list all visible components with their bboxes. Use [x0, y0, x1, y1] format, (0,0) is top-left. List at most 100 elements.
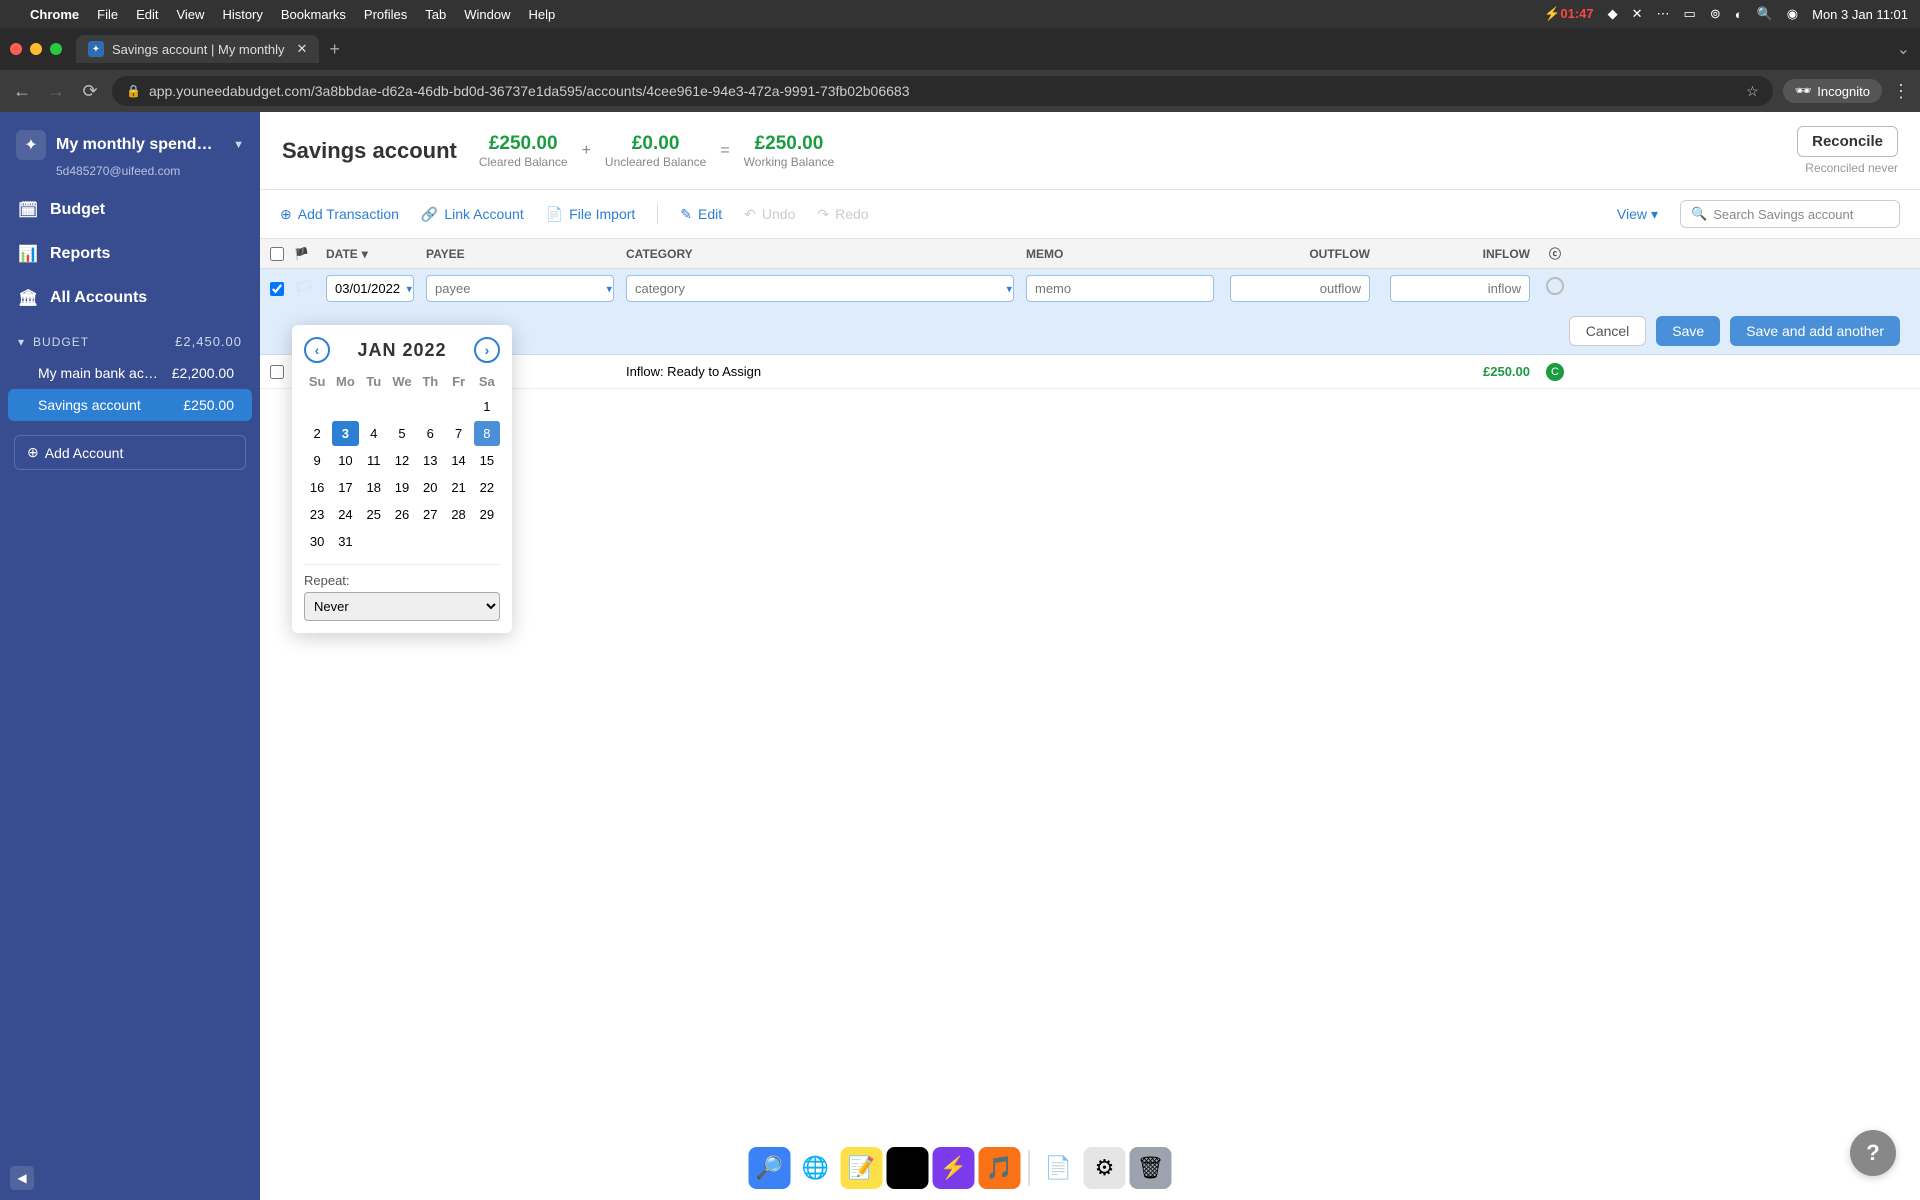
menubar-view[interactable]: View [176, 7, 204, 22]
calendar-day[interactable]: 14 [445, 448, 471, 473]
repeat-select[interactable]: Never [304, 592, 500, 621]
next-month-button[interactable]: › [474, 337, 500, 363]
browser-menu-button[interactable]: ⋮ [1892, 81, 1910, 102]
calendar-day[interactable]: 5 [389, 421, 415, 446]
calendar-day[interactable]: 21 [445, 475, 471, 500]
calendar-day[interactable]: 10 [332, 448, 358, 473]
control-center-icon[interactable]: ◐ [1735, 7, 1743, 22]
column-category[interactable]: CATEGORY [620, 247, 1020, 261]
battery-icon[interactable]: ▭ [1684, 6, 1696, 22]
calendar-day[interactable]: 3 [332, 421, 358, 446]
nav-reports[interactable]: 📊 Reports [0, 232, 260, 276]
window-maximize-button[interactable] [50, 43, 62, 55]
save-and-add-button[interactable]: Save and add another [1730, 316, 1900, 346]
bookmark-star-icon[interactable]: ☆ [1746, 83, 1759, 100]
payee-input[interactable] [426, 275, 614, 302]
dock-file[interactable]: 📄 [1038, 1147, 1080, 1189]
calendar-day[interactable]: 9 [304, 448, 330, 473]
add-transaction-button[interactable]: ⊕ Add Transaction [280, 206, 399, 223]
incognito-badge[interactable]: 🕶 Incognito [1783, 79, 1882, 103]
reload-button[interactable]: ⟳ [78, 81, 102, 102]
calendar-day[interactable]: 7 [445, 421, 471, 446]
file-import-button[interactable]: 📄 File Import [546, 206, 636, 223]
menubar-window[interactable]: Window [464, 7, 510, 22]
window-minimize-button[interactable] [30, 43, 42, 55]
calendar-day[interactable]: 25 [361, 502, 387, 527]
wifi-icon[interactable]: ⊚ [1710, 6, 1721, 22]
column-inflow[interactable]: INFLOW [1380, 247, 1540, 261]
column-payee[interactable]: PAYEE [420, 247, 620, 261]
cleared-badge-icon[interactable]: C [1546, 363, 1564, 381]
view-dropdown[interactable]: View ▾ [1617, 206, 1658, 223]
column-date[interactable]: DATE ▾ [320, 247, 420, 261]
calendar-day[interactable]: 13 [417, 448, 443, 473]
browser-tab[interactable]: ✦ Savings account | My monthly ✕ [76, 35, 319, 63]
calendar-day[interactable]: 26 [389, 502, 415, 527]
calendar-day[interactable]: 23 [304, 502, 330, 527]
menu-icon[interactable]: ⋯ [1657, 6, 1670, 22]
menubar-profiles[interactable]: Profiles [364, 7, 407, 22]
menubar-help[interactable]: Help [529, 7, 556, 22]
address-bar[interactable]: 🔒 app.youneedabudget.com/3a8bbdae-d62a-4… [112, 76, 1773, 106]
dock-settings[interactable]: ⚙ [1084, 1147, 1126, 1189]
dock-finder[interactable]: 🔎 [749, 1147, 791, 1189]
save-button[interactable]: Save [1656, 316, 1720, 346]
inflow-input[interactable] [1390, 275, 1530, 302]
dock-trash[interactable]: 🗑 [1130, 1147, 1172, 1189]
dock-app[interactable]: ⚡ [933, 1147, 975, 1189]
row-checkbox[interactable] [270, 365, 284, 379]
collapse-sidebar-button[interactable]: ◀ [10, 1166, 34, 1190]
calendar-day[interactable]: 31 [332, 529, 358, 554]
calendar-day[interactable]: 30 [304, 529, 330, 554]
menubar-tab[interactable]: Tab [425, 7, 446, 22]
calendar-day[interactable]: 12 [389, 448, 415, 473]
calendar-day[interactable]: 1 [474, 394, 500, 419]
calendar-day[interactable]: 6 [417, 421, 443, 446]
dropbox-icon[interactable]: ◆ [1608, 6, 1618, 22]
window-close-button[interactable] [10, 43, 22, 55]
calendar-day[interactable]: 15 [474, 448, 500, 473]
category-input[interactable] [626, 275, 1014, 302]
help-button[interactable]: ? [1850, 1130, 1896, 1176]
nav-budget[interactable]: 🗓 Budget [0, 188, 260, 232]
link-account-button[interactable]: 🔗 Link Account [421, 206, 524, 223]
menubar-clock[interactable]: Mon 3 Jan 11:01 [1812, 7, 1908, 22]
nav-all-accounts[interactable]: 🏛 All Accounts [0, 276, 260, 320]
prev-month-button[interactable]: ‹ [304, 337, 330, 363]
menubar-history[interactable]: History [222, 7, 262, 22]
calendar-day[interactable]: 22 [474, 475, 500, 500]
select-all-checkbox[interactable] [270, 247, 284, 261]
memo-input[interactable] [1026, 275, 1214, 302]
new-tab-button[interactable]: + [329, 39, 340, 60]
outflow-input[interactable] [1230, 275, 1370, 302]
row-checkbox[interactable] [270, 282, 284, 296]
dock-app2[interactable]: 🎵 [979, 1147, 1021, 1189]
tab-list-button[interactable]: ⌄ [1897, 39, 1910, 59]
search-transactions-input[interactable]: 🔍 Search Savings account [1680, 200, 1900, 228]
calendar-day[interactable]: 24 [332, 502, 358, 527]
account-row-main[interactable]: My main bank acc… £2,200.00 [8, 357, 252, 389]
dock-chrome[interactable]: 🌐 [795, 1147, 837, 1189]
calendar-day[interactable]: 28 [445, 502, 471, 527]
menubar-file[interactable]: File [97, 7, 118, 22]
menubar-bookmarks[interactable]: Bookmarks [281, 7, 346, 22]
menubar-app-name[interactable]: Chrome [30, 7, 79, 22]
cancel-button[interactable]: Cancel [1569, 316, 1647, 346]
calendar-day[interactable]: 27 [417, 502, 443, 527]
tab-close-icon[interactable]: ✕ [296, 41, 307, 57]
menubar-edit[interactable]: Edit [136, 7, 158, 22]
calendar-day[interactable]: 11 [361, 448, 387, 473]
calendar-day[interactable]: 16 [304, 475, 330, 500]
back-button[interactable]: ← [10, 81, 34, 102]
edit-button[interactable]: ✎ Edit [680, 206, 722, 223]
spotlight-icon[interactable]: 🔍 [1757, 6, 1773, 22]
flag-header-icon[interactable]: 🏴 [294, 247, 320, 261]
sidebar-section-budget[interactable]: ▾ BUDGET £2,450.00 [0, 320, 260, 357]
date-input[interactable] [326, 275, 414, 302]
calendar-day[interactable]: 17 [332, 475, 358, 500]
column-cleared-icon[interactable]: ⓒ [1540, 245, 1570, 262]
calendar-day[interactable]: 19 [389, 475, 415, 500]
lock-icon[interactable]: 🔒 [126, 84, 141, 98]
battery-status[interactable]: ⚡01:47 [1544, 6, 1593, 22]
dock-terminal[interactable]: ⌨ [887, 1147, 929, 1189]
